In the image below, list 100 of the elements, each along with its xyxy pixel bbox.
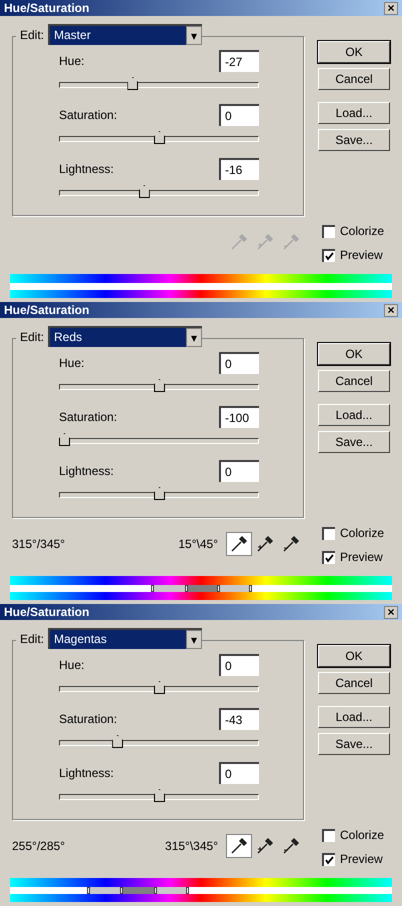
ok-button[interactable]: OK — [318, 41, 390, 63]
value-field[interactable]: -43 — [219, 708, 259, 730]
load-button[interactable]: Load... — [318, 706, 390, 728]
range-handle[interactable] — [86, 887, 90, 894]
value-field[interactable]: -100 — [219, 406, 259, 428]
range-end-text: 315°\345° — [164, 838, 219, 855]
checkbox[interactable] — [322, 550, 335, 564]
eyedropper-button[interactable] — [226, 834, 252, 858]
slider-label: Saturation: — [59, 409, 118, 426]
checkbox[interactable] — [322, 526, 335, 540]
close-button[interactable]: × — [384, 2, 398, 14]
eyedropper-button[interactable] — [226, 532, 252, 556]
eyedropper-icon — [229, 836, 249, 856]
slider[interactable] — [59, 379, 259, 393]
slider-label: Lightness: — [59, 765, 114, 782]
check-icon — [325, 856, 334, 864]
slider-label: Hue: — [59, 355, 84, 372]
checkbox[interactable] — [322, 828, 335, 842]
dropdown-value: Magentas — [50, 630, 186, 649]
window-title: Hue/Saturation — [4, 304, 90, 316]
load-button[interactable]: Load... — [318, 404, 390, 426]
window-title: Hue/Saturation — [4, 606, 90, 618]
slider[interactable] — [59, 131, 259, 145]
check-icon — [325, 554, 334, 562]
edit-dropdown[interactable]: Magentas ▾ — [48, 628, 202, 649]
value-field[interactable]: 0 — [219, 352, 259, 374]
window-title: Hue/Saturation — [4, 2, 90, 14]
eyedropper-icon — [255, 232, 275, 252]
check-icon — [325, 252, 334, 260]
cancel-button[interactable]: Cancel — [318, 370, 390, 392]
eyedropper-icon — [281, 836, 301, 856]
checkbox[interactable] — [322, 852, 335, 866]
ok-button[interactable]: OK — [318, 645, 390, 667]
edit-label: Edit: — [20, 630, 44, 648]
range-handle[interactable] — [217, 585, 220, 592]
load-button[interactable]: Load... — [318, 102, 390, 124]
eyedropper-icon — [255, 836, 275, 856]
slider[interactable] — [59, 77, 259, 91]
slider[interactable] — [59, 681, 259, 695]
range-handle[interactable] — [186, 887, 189, 894]
checkbox-label: Colorize — [340, 827, 384, 844]
eyedropper-icon — [281, 232, 301, 252]
ok-button[interactable]: OK — [318, 343, 390, 365]
eyedropper-icon — [229, 232, 249, 252]
slider-label: Saturation: — [59, 107, 118, 124]
slider[interactable] — [59, 735, 259, 749]
range-handle[interactable] — [120, 887, 123, 894]
slider-thumb[interactable] — [127, 77, 138, 90]
edit-dropdown[interactable]: Master ▾ — [48, 24, 202, 45]
checkbox[interactable] — [322, 248, 335, 262]
value-field[interactable]: -27 — [219, 50, 259, 72]
edit-label: Edit: — [20, 328, 44, 346]
slider-thumb[interactable] — [154, 681, 165, 694]
checkbox-label: Preview — [340, 247, 383, 264]
dropdown-value: Reds — [50, 328, 186, 347]
edit-label: Edit: — [20, 26, 44, 44]
edit-dropdown[interactable]: Reds ▾ — [48, 326, 202, 347]
close-button[interactable]: × — [384, 606, 398, 618]
slider-label: Lightness: — [59, 463, 114, 480]
slider[interactable] — [59, 487, 259, 501]
checkbox-label: Preview — [340, 549, 383, 566]
range-end-text: 15°\45° — [177, 536, 219, 553]
slider-thumb[interactable] — [154, 379, 165, 392]
checkbox-label: Preview — [340, 851, 383, 868]
range-handle[interactable] — [248, 585, 252, 592]
eyedropper-icon — [255, 534, 275, 554]
slider-label: Hue: — [59, 657, 84, 674]
slider[interactable] — [59, 789, 259, 803]
slider-thumb[interactable] — [59, 433, 70, 446]
checkbox-label: Colorize — [340, 525, 384, 542]
slider-label: Lightness: — [59, 161, 114, 178]
value-field[interactable]: 0 — [219, 460, 259, 482]
slider-thumb[interactable] — [154, 789, 165, 802]
cancel-button[interactable]: Cancel — [318, 672, 390, 694]
slider-thumb[interactable] — [154, 487, 165, 500]
save-button[interactable]: Save... — [318, 431, 390, 453]
value-field[interactable]: 0 — [219, 104, 259, 126]
range-start-text: 255°/285° — [12, 838, 66, 855]
value-field[interactable]: -16 — [219, 158, 259, 180]
save-button[interactable]: Save... — [318, 733, 390, 755]
slider[interactable] — [59, 185, 259, 199]
save-button[interactable]: Save... — [318, 129, 390, 151]
range-handle[interactable] — [184, 585, 188, 592]
eyedropper-icon — [229, 534, 249, 554]
slider-thumb[interactable] — [138, 185, 150, 198]
range-handle[interactable] — [154, 887, 158, 894]
cancel-button[interactable]: Cancel — [318, 68, 390, 90]
range-handle[interactable] — [151, 585, 154, 592]
slider[interactable] — [59, 433, 259, 447]
slider-thumb[interactable] — [112, 735, 124, 748]
dropdown-value: Master — [50, 26, 186, 45]
checkbox[interactable] — [322, 224, 335, 238]
checkbox-label: Colorize — [340, 223, 384, 240]
eyedropper-icon — [281, 534, 301, 554]
value-field[interactable]: 0 — [219, 762, 259, 784]
close-button[interactable]: × — [384, 304, 398, 316]
slider-thumb[interactable] — [154, 131, 165, 144]
slider-label: Hue: — [59, 53, 84, 70]
slider-label: Saturation: — [59, 711, 118, 728]
value-field[interactable]: 0 — [219, 654, 259, 676]
